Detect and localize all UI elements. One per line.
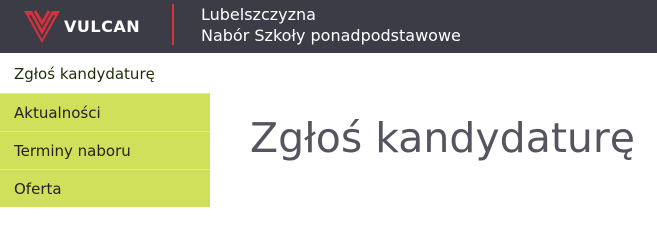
sidebar-item-label: Zgłoś kandydaturę	[14, 65, 155, 83]
sidebar-item-zglos-kandydature[interactable]: Zgłoś kandydaturę	[0, 55, 210, 93]
page-title: Zgłoś kandydaturę	[250, 114, 635, 162]
site-title-subtitle: Nabór Szkoły ponadpodstawowe	[201, 26, 461, 45]
sidebar-item-label: Oferta	[14, 180, 62, 198]
vulcan-logo-icon	[24, 10, 60, 43]
site-title: Lubelszczyzna Nabór Szkoły ponadpodstawo…	[201, 4, 461, 46]
sidebar-item-aktualnosci[interactable]: Aktualności	[0, 93, 210, 131]
top-header-bar: VULCAN Lubelszczyzna Nabór Szkoły ponadp…	[0, 0, 657, 53]
vulcan-logo[interactable]: VULCAN	[22, 7, 152, 45]
sidebar-nav: Zgłoś kandydaturę Aktualności Terminy na…	[0, 53, 210, 207]
sidebar-item-oferta[interactable]: Oferta	[0, 169, 210, 207]
sidebar-item-terminy-naboru[interactable]: Terminy naboru	[0, 131, 210, 169]
site-title-region: Lubelszczyzna	[201, 5, 316, 24]
sidebar-item-label: Terminy naboru	[14, 142, 131, 160]
sidebar-item-label: Aktualności	[14, 104, 101, 122]
logo-text: VULCAN	[64, 17, 141, 36]
header-divider	[172, 4, 174, 45]
